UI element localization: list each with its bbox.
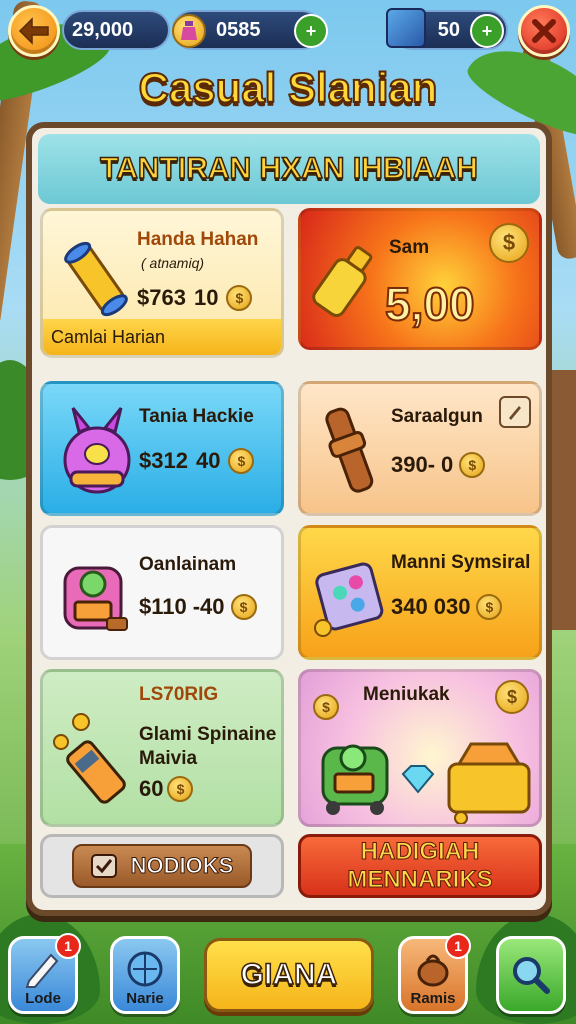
cost-value: 030	[433, 594, 471, 619]
shop-card-oanlainam[interactable]: Oanlainam $110 -40 $	[40, 525, 284, 660]
shop-card-glami-spinaine[interactable]: LS70RIG Glami Spinaine Maivia 60 $	[40, 669, 284, 827]
shop-card-meniukak[interactable]: Meniukak $ $	[298, 669, 542, 827]
cost-value: 40	[195, 448, 221, 473]
bag-icon	[417, 954, 449, 987]
price-value: $312	[139, 448, 188, 473]
check-icon	[90, 854, 117, 878]
totem-icon	[325, 407, 374, 493]
creature-icon	[63, 407, 131, 494]
gem-amount: 0585	[216, 18, 261, 41]
gem-counter: 0585 +	[172, 10, 328, 50]
shop-card-tania-hackie[interactable]: Tania Hackie $312 40 $	[40, 381, 284, 516]
gold-coin-icon: $	[495, 680, 529, 714]
nav-label: Lode	[25, 990, 61, 1007]
cannon-icon	[53, 713, 126, 804]
coin-icon: $	[226, 285, 253, 311]
scroll-icon	[64, 241, 128, 317]
panel-header: TANTIRAN HXAN IHBIAAH	[38, 134, 540, 204]
globe-icon	[127, 951, 163, 987]
gold-chest-icon	[447, 742, 531, 824]
coin-counter: 29,000	[62, 10, 170, 50]
card-name: Meniukak	[363, 684, 450, 705]
cost-value: -40	[192, 594, 225, 619]
crate-icon	[386, 8, 426, 48]
robot-icon	[63, 566, 128, 631]
shop-card-saraalgun[interactable]: Saraalgun 390- 0 $	[298, 381, 542, 516]
card-subtitle: ( atnamiq)	[141, 255, 205, 271]
nav-ramis[interactable]: 1 Ramis	[398, 933, 471, 1014]
gifts-label-line2: MENNARIKS	[347, 866, 493, 894]
arrow-left-icon	[18, 17, 49, 45]
play-button[interactable]: GIANA	[204, 938, 374, 1012]
close-button[interactable]	[518, 5, 570, 57]
diamond-icon	[401, 765, 435, 794]
energy-amount: 50	[437, 18, 460, 41]
shop-card-handa-hahan[interactable]: Handa Hahan ( atnamiq) $763 10 $ Camlai …	[40, 208, 284, 358]
energy-counter: 50 +	[386, 8, 508, 50]
coin-icon: $	[459, 452, 486, 478]
coin-icon: $	[228, 448, 255, 474]
price-value: $763	[137, 285, 186, 310]
nav-label: Narie	[126, 990, 164, 1007]
card-name: Manni Symsiral	[391, 552, 531, 573]
card-tag: LS70RIG	[139, 684, 219, 705]
gem-box-icon	[314, 562, 384, 637]
nav-narie[interactable]: Narie	[110, 936, 180, 1014]
notification-badge: 1	[55, 933, 81, 959]
attractive-gifts-button[interactable]: HADIGIAH MENNARIKS	[298, 834, 542, 898]
card-footer-label: Camlai Harian	[51, 327, 166, 347]
gold-coin-icon: $	[489, 223, 529, 263]
notices-label: NODIOKS	[130, 853, 234, 879]
nav-lode[interactable]: 1 Lode	[8, 933, 81, 1014]
coin-icon: $	[230, 594, 257, 620]
coin-icon: $	[167, 776, 194, 802]
card-price: 5,00	[384, 277, 476, 331]
coin-amount: 29,000	[72, 18, 134, 41]
top-bar: 29,000 0585 + 50 +	[0, 0, 576, 62]
coin-icon: $	[476, 594, 503, 620]
gifts-label-line1: HADIGIAH	[360, 838, 480, 866]
card-price: 340 030 $	[391, 594, 503, 620]
back-button[interactable]	[8, 5, 60, 57]
price-value: $110	[139, 594, 187, 619]
add-gems-icon[interactable]: +	[294, 14, 328, 48]
card-price: 390- 0 $	[391, 452, 486, 478]
card-price: $763 10 $	[137, 285, 253, 311]
notification-badge: 1	[445, 933, 471, 959]
cost-value: 10	[193, 285, 219, 310]
notices-button[interactable]: NODIOKS	[72, 844, 252, 888]
shop-card-sam[interactable]: Sam $ 5,00	[298, 208, 542, 350]
pencil-icon	[25, 953, 59, 988]
card-footer: Camlai Harian	[43, 319, 281, 355]
card-name: Handa Hahan	[137, 229, 259, 250]
price-value: 390-	[391, 452, 436, 477]
notices-button-frame: NODIOKS	[40, 834, 284, 898]
page-title: Casual Slanian	[138, 63, 439, 112]
edit-icon[interactable]	[499, 396, 531, 428]
robot-bundle-icon	[321, 744, 389, 815]
close-icon	[532, 19, 556, 43]
nav-label: Ramis	[410, 990, 456, 1007]
potion-bottle-icon	[312, 246, 373, 317]
card-price: $110 -40 $	[139, 594, 257, 620]
search-icon	[513, 957, 550, 994]
card-name: Sam	[389, 237, 430, 258]
shop-card-manni-symsiral[interactable]: Manni Symsiral 340 030 $	[298, 525, 542, 660]
card-name: Oanlainam	[139, 554, 237, 575]
card-name: Tania Hackie	[139, 406, 254, 427]
card-name: Saraalgun	[391, 406, 483, 427]
cost-value: 0	[441, 452, 454, 477]
card-name-line2: Maivia	[139, 748, 198, 769]
potion-icon	[172, 14, 206, 48]
cost-value: 60	[139, 776, 164, 801]
price-value: 340	[391, 594, 428, 619]
nav-search[interactable]	[496, 936, 566, 1014]
card-price: $312 40 $	[139, 448, 255, 474]
add-energy-icon[interactable]: +	[470, 14, 504, 48]
card-name: Glami Spinaine	[139, 724, 277, 745]
shop-panel: TANTIRAN HXAN IHBIAAH Handa Hahan ( atna…	[26, 122, 552, 916]
gold-coin-icon: $	[313, 694, 339, 720]
card-price: 60 $	[139, 776, 194, 802]
